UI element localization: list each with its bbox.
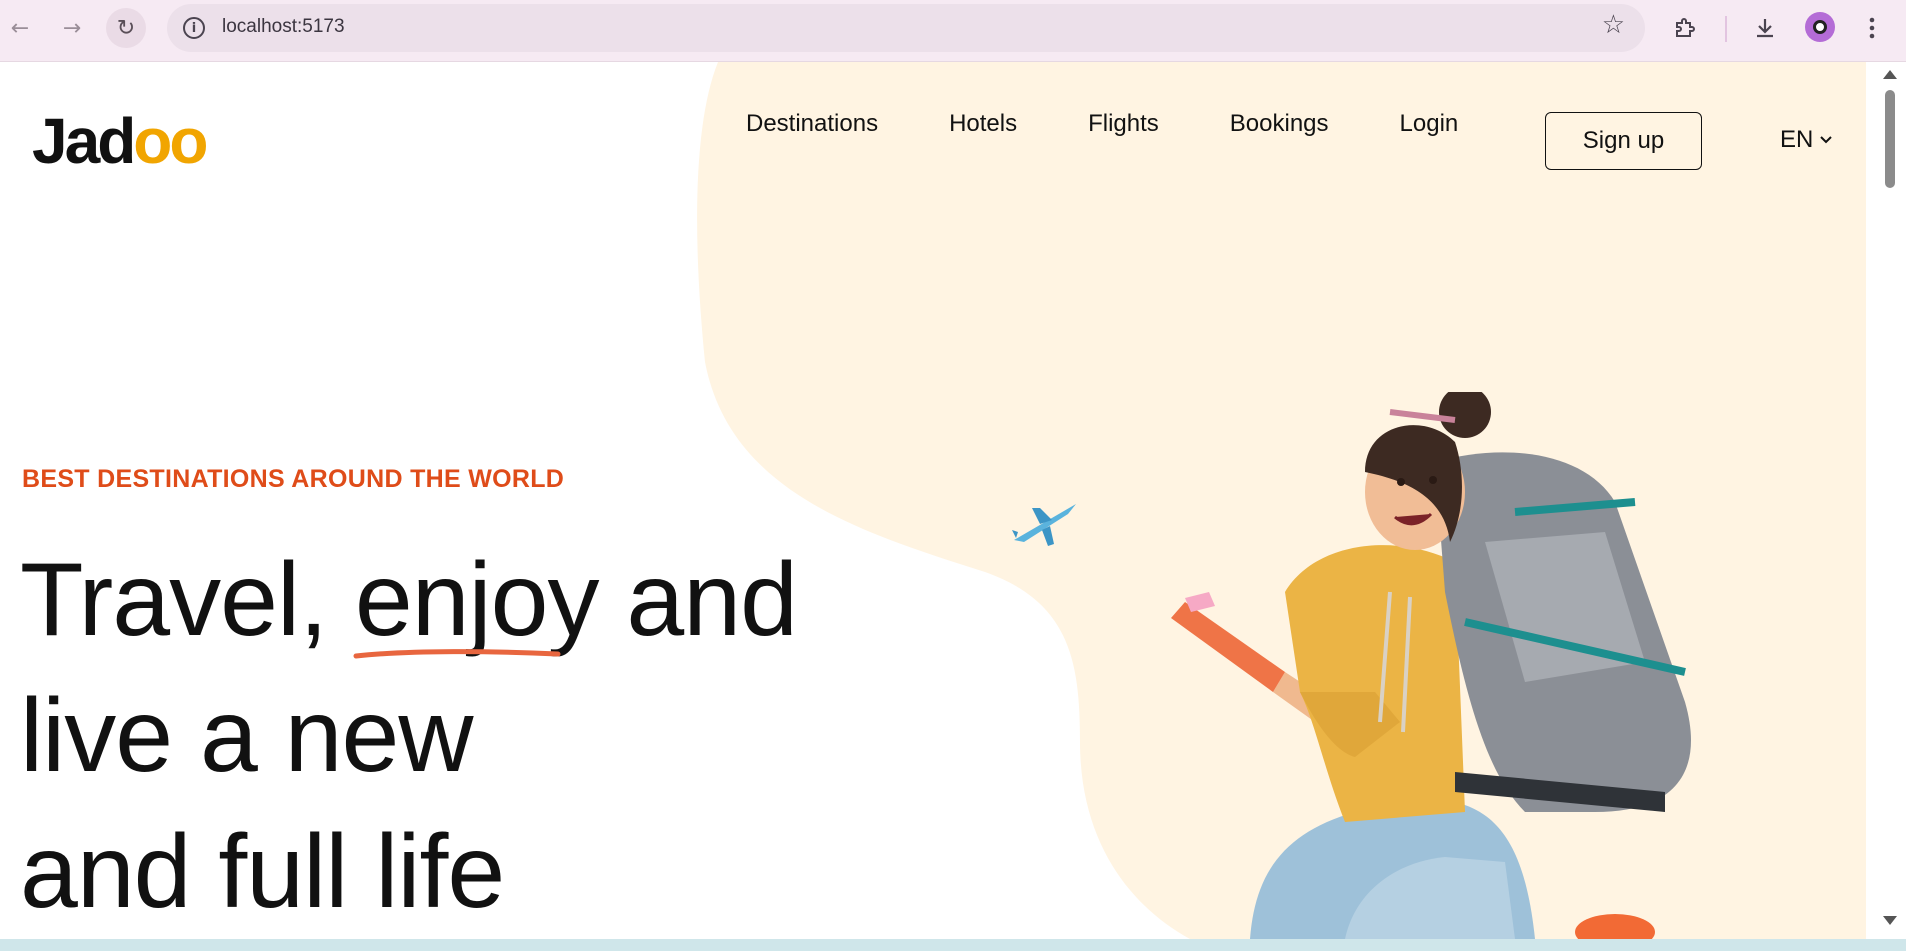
headline-text: Travel, [20, 542, 355, 658]
address-bar[interactable]: i localhost:5173 ☆ [167, 4, 1645, 52]
arrow-right-icon: → [62, 15, 82, 41]
download-icon[interactable] [1747, 10, 1783, 46]
star-icon[interactable]: ☆ [1602, 10, 1625, 40]
language-selector[interactable]: EN [1780, 126, 1833, 154]
language-label: EN [1780, 126, 1814, 153]
vertical-scrollbar[interactable] [1866, 62, 1906, 939]
kebab-menu-icon[interactable] [1854, 10, 1890, 46]
arrow-left-icon: ← [10, 15, 30, 41]
traveler-illustration [1171, 392, 1691, 939]
reload-button[interactable]: ↻ [106, 8, 146, 48]
scroll-down-icon[interactable] [1883, 916, 1897, 925]
highlight-underline-decoration [353, 649, 561, 659]
taskbar-strip [0, 939, 1906, 951]
info-icon[interactable]: i [183, 17, 205, 39]
hero-headline: Travel, enjoy and live a new and full li… [20, 532, 798, 939]
nav-item-hotels[interactable]: Hotels [949, 110, 1017, 138]
headline-text: and [598, 542, 798, 658]
logo-text: Jad [32, 105, 136, 177]
hero-subtitle: BEST DESTINATIONS AROUND THE WORLD [22, 465, 565, 493]
site-logo[interactable]: Jadoo [32, 104, 208, 178]
logo-accent-text: oo [133, 105, 208, 177]
nav-item-bookings[interactable]: Bookings [1230, 110, 1329, 138]
forward-button[interactable]: → [52, 8, 92, 48]
main-navigation: Destinations Hotels Flights Bookings Log… [746, 110, 1529, 138]
url-text[interactable]: localhost:5173 [222, 16, 345, 38]
headline-line-2: live a new [20, 678, 473, 794]
headline-line-3: and full life [20, 814, 505, 930]
avatar-icon[interactable] [1805, 12, 1835, 42]
chevron-down-icon [1820, 136, 1833, 144]
scroll-up-icon[interactable] [1883, 70, 1897, 79]
reload-icon: ↻ [116, 15, 136, 41]
signup-button[interactable]: Sign up [1545, 112, 1702, 170]
nav-item-destinations[interactable]: Destinations [746, 110, 878, 138]
airplane-icon [1012, 504, 1076, 546]
toolbar-divider [1725, 16, 1727, 42]
nav-item-flights[interactable]: Flights [1088, 110, 1159, 138]
back-button[interactable]: ← [0, 8, 40, 48]
page-viewport: Jadoo Destinations Hotels Flights Bookin… [0, 62, 1866, 939]
scrollbar-thumb[interactable] [1885, 90, 1895, 188]
browser-toolbar: ← → ↻ i localhost:5173 ☆ [0, 0, 1906, 62]
headline-highlight-word: enjoy [354, 542, 600, 658]
puzzle-icon[interactable] [1667, 10, 1703, 46]
nav-item-login[interactable]: Login [1400, 110, 1459, 138]
